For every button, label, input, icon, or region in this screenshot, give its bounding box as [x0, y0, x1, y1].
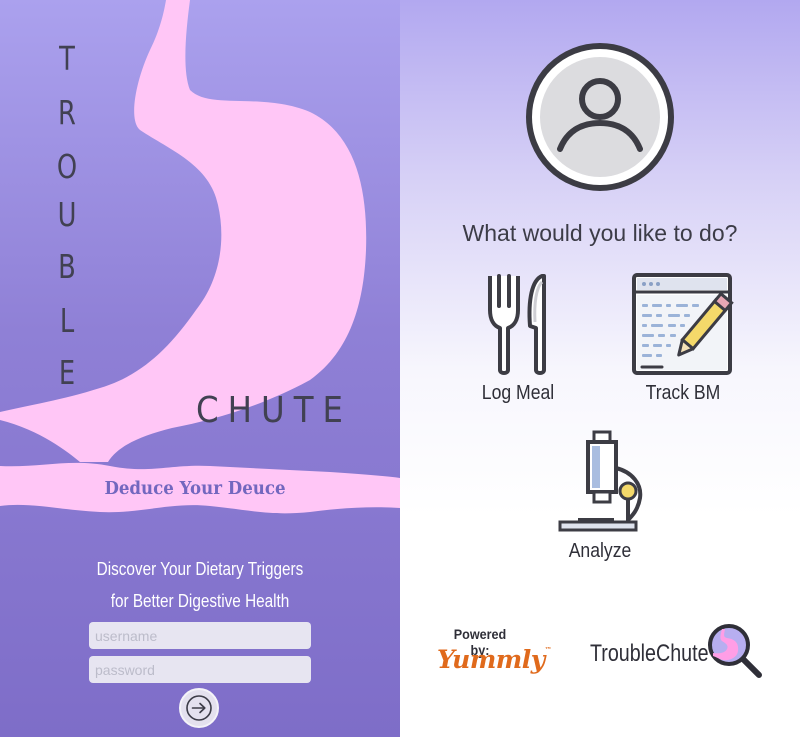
title-letter: B [58, 247, 76, 286]
user-profile-icon[interactable] [524, 41, 676, 193]
login-panel: T R O U B L E CHUTE Deduce Your Deuce Di… [0, 0, 400, 737]
password-input[interactable] [89, 656, 311, 683]
yummly-wordmark: Yummly [437, 645, 545, 674]
username-input[interactable] [89, 622, 311, 649]
yummly-logo[interactable]: Yummly™ [437, 645, 552, 674]
title-letter: U [57, 195, 77, 234]
discover-line-2: for Better Digestive Health [110, 591, 290, 611]
microscope-icon [558, 430, 643, 532]
track-bm-button[interactable]: Track BM [628, 270, 738, 405]
title-letter: R [58, 93, 76, 132]
discover-line-1: Discover Your Dietary Triggers [96, 559, 304, 579]
title-chute: CHUTE [196, 390, 352, 431]
login-button[interactable] [179, 688, 219, 728]
arrow-right-circle-icon [186, 695, 212, 721]
question-heading: What would you like to do? [462, 220, 738, 246]
analyze-button[interactable]: Analyze [548, 428, 652, 563]
discover-text: Discover Your Dietary Triggers for Bette… [0, 553, 400, 617]
track-bm-label: Track BM [645, 382, 721, 404]
brand-name: TroubleChute [590, 640, 709, 667]
chart-pencil-icon [632, 273, 734, 375]
log-meal-button[interactable]: Log Meal [470, 270, 566, 405]
log-meal-label: Log Meal [481, 382, 555, 404]
home-panel: What would you like to do? Log Meal Trac… [400, 0, 800, 737]
title-letter: T [59, 39, 75, 78]
title-letter: L [59, 301, 75, 340]
analyze-label: Analyze [568, 540, 632, 562]
fork-knife-icon [488, 274, 546, 375]
title-letter: O [56, 147, 78, 186]
stomach-magnifier-icon [708, 624, 762, 678]
title-letter: E [58, 353, 76, 392]
tagline: Deduce Your Deuce [104, 479, 286, 499]
trademark-mark: ™ [544, 645, 552, 654]
